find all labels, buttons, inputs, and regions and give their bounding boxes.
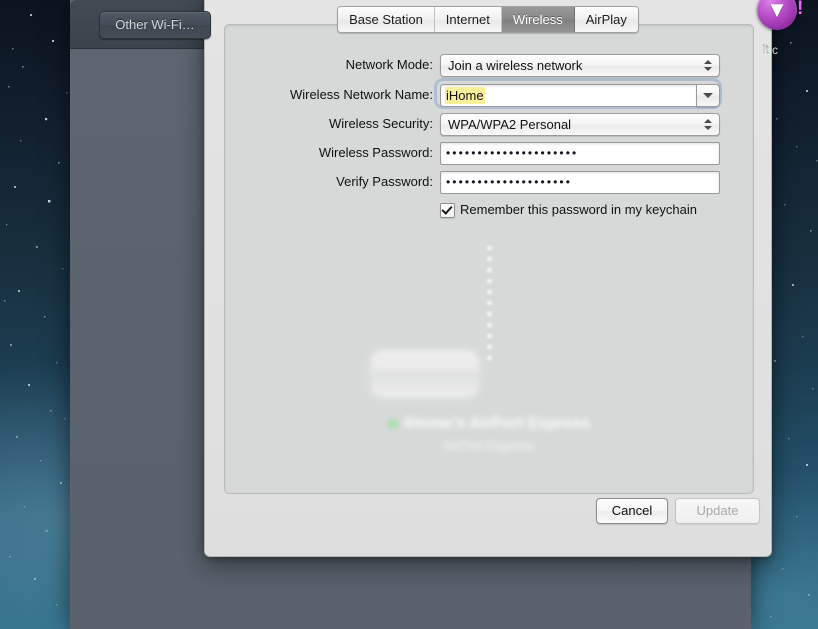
row-wireless-password: Wireless Password: ••••••••••••••••••••• <box>225 142 753 165</box>
wireless-password-value: ••••••••••••••••••••• <box>446 146 579 160</box>
verify-password-value: •••••••••••••••••••• <box>446 175 573 189</box>
tab-base-station[interactable]: Base Station <box>338 7 435 32</box>
wireless-security-control: WPA/WPA2 Personal <box>440 113 720 136</box>
wireless-password-label: Wireless Password: <box>318 145 433 160</box>
connection-dots-indicator <box>487 246 492 366</box>
wireless-network-name-value: iHome <box>445 87 485 104</box>
network-mode-popup-button[interactable]: Join a wireless network <box>440 54 720 77</box>
wireless-network-name-control: iHome <box>440 84 720 107</box>
verify-password-input[interactable]: •••••••••••••••••••• <box>440 171 720 194</box>
tab-airplay[interactable]: AirPlay <box>574 7 638 32</box>
network-mode-label: Network Mode: <box>345 57 433 72</box>
remember-password-checkbox[interactable] <box>440 203 455 218</box>
chevron-down-icon[interactable] <box>696 84 720 107</box>
status-dot-icon <box>387 418 398 429</box>
updown-chevrons-icon <box>702 114 714 135</box>
row-network-mode: Network Mode: Join a wireless network <box>225 54 753 77</box>
clipped-status-text: It c <box>762 43 779 57</box>
row-verify-password: Verify Password: •••••••••••••••••••• <box>225 171 753 194</box>
wireless-network-name-input[interactable]: iHome <box>440 84 697 107</box>
exclamation-icon: ! <box>797 0 804 19</box>
device-model-label: AirPort Express <box>443 438 535 453</box>
network-mode-value: Join a wireless network <box>448 58 583 73</box>
wireless-security-value: WPA/WPA2 Personal <box>448 117 572 132</box>
row-wireless-security: Wireless Security: WPA/WPA2 Personal <box>225 113 753 136</box>
row-wireless-network-name: Wireless Network Name: iHome <box>225 84 753 107</box>
remember-password-label: Remember this password in my keychain <box>460 202 697 217</box>
updown-chevrons-icon <box>702 55 714 76</box>
airport-express-device-image <box>370 350 480 398</box>
verify-password-control: •••••••••••••••••••• <box>440 171 720 194</box>
airport-utility-window: Other Wi-Fi… ▼ ! It c Base Station Inter… <box>70 0 803 629</box>
wireless-settings-sheet: Base Station Internet Wireless AirPlay N… <box>204 0 772 557</box>
wireless-security-label: Wireless Security: <box>328 116 433 131</box>
verify-password-label: Verify Password: <box>336 174 433 189</box>
tab-bar: Base Station Internet Wireless AirPlay <box>205 6 771 33</box>
cancel-button[interactable]: Cancel <box>596 498 668 524</box>
network-mode-control: Join a wireless network <box>440 54 720 77</box>
wireless-security-popup-button[interactable]: WPA/WPA2 Personal <box>440 113 720 136</box>
other-wifi-button[interactable]: Other Wi-Fi… <box>99 11 211 39</box>
wireless-settings-panel: Network Mode: Join a wireless network Wi… <box>224 24 754 494</box>
wireless-network-name-label: Wireless Network Name: <box>289 87 433 102</box>
tab-wireless[interactable]: Wireless <box>501 7 575 32</box>
device-name-text: iHome's AirPort Express <box>403 415 591 432</box>
update-button: Update <box>675 498 760 524</box>
wireless-password-input[interactable]: ••••••••••••••••••••• <box>440 142 720 165</box>
tab-internet[interactable]: Internet <box>434 7 502 32</box>
device-name-label: iHome's AirPort Express <box>225 415 753 433</box>
wireless-password-control: ••••••••••••••••••••• <box>440 142 720 165</box>
wireless-network-name-combobox[interactable]: iHome <box>440 84 720 107</box>
